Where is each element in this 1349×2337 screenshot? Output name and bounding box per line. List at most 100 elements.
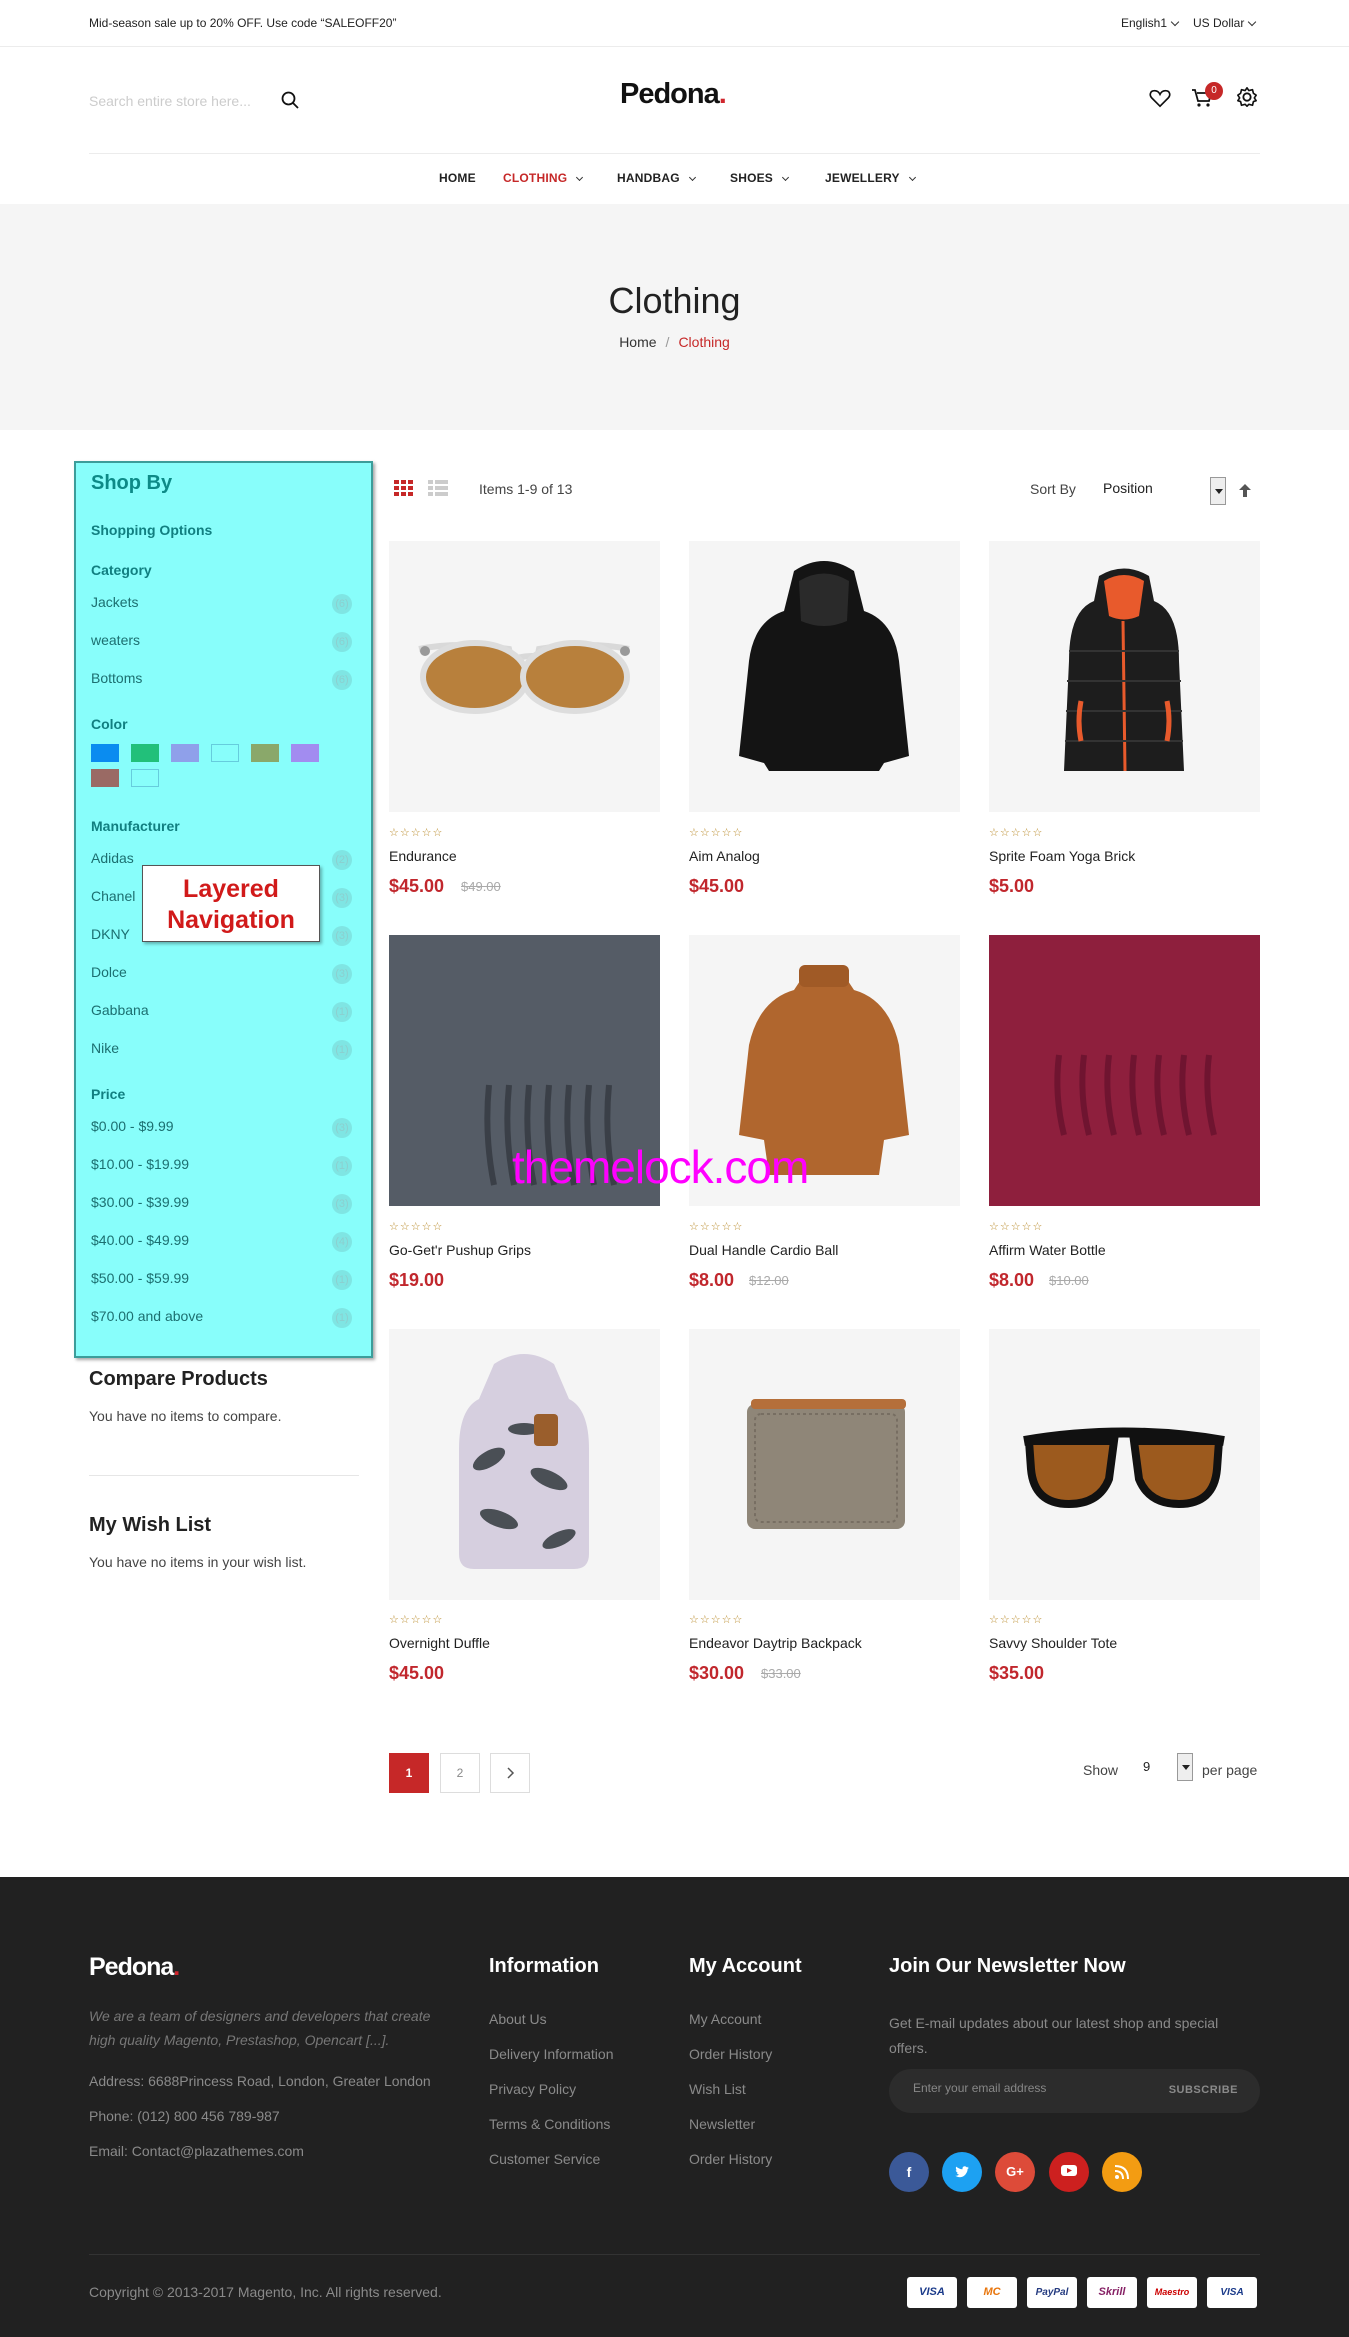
page-1[interactable]: 1 [389, 1753, 429, 1793]
youtube-icon[interactable] [1049, 2152, 1089, 2192]
color-swatch[interactable] [131, 744, 159, 762]
next-page-button[interactable] [490, 1753, 530, 1793]
product-old-price: $12.00 [749, 1273, 789, 1288]
gear-icon[interactable] [1236, 86, 1258, 108]
filter-category-bottoms[interactable]: Bottoms [91, 670, 142, 686]
site-logo[interactable]: Pedona. [620, 78, 727, 111]
filter-manufacturer-chanel[interactable]: Chanel [91, 888, 135, 904]
grid-view-icon[interactable] [394, 480, 414, 496]
filter-manufacturer-gabbana[interactable]: Gabbana [91, 1002, 149, 1018]
filter-price[interactable]: $40.00 - $49.99 [91, 1232, 189, 1248]
subscribe-button[interactable]: SUBSCRIBE [1169, 2084, 1238, 2096]
footer-address: Address: 6688Princess Road, London, Grea… [89, 2073, 431, 2089]
product-name[interactable]: Sprite Foam Yoga Brick [989, 848, 1135, 864]
filter-category-weaters[interactable]: weaters [91, 632, 140, 648]
color-swatch[interactable] [131, 769, 159, 787]
filter-price[interactable]: $70.00 and above [91, 1308, 203, 1324]
product-image[interactable] [689, 541, 960, 812]
product-name[interactable]: Overnight Duffle [389, 1635, 490, 1651]
nav-shoes-label: SHOES [730, 171, 774, 185]
footer-link[interactable]: Newsletter [689, 2116, 755, 2132]
product-name[interactable]: Endeavor Daytrip Backpack [689, 1635, 862, 1651]
sort-value: Position [1103, 480, 1153, 496]
footer-logo[interactable]: Pedona. [89, 1953, 180, 1982]
footer-link[interactable]: Order History [689, 2151, 772, 2167]
filter-price[interactable]: $30.00 - $39.99 [91, 1194, 189, 1210]
watermark: themelock.com [512, 1141, 809, 1193]
red-scarf-image [989, 935, 1260, 1206]
compare-text: You have no items to compare. [89, 1408, 282, 1424]
product-name[interactable]: Affirm Water Bottle [989, 1242, 1106, 1258]
footer-link[interactable]: About Us [489, 2011, 547, 2027]
filter-manufacturer-dolce[interactable]: Dolce [91, 964, 127, 980]
google-plus-icon[interactable]: G+ [995, 2152, 1035, 2192]
filter-manufacturer-nike[interactable]: Nike [91, 1040, 119, 1056]
filter-price[interactable]: $10.00 - $19.99 [91, 1156, 189, 1172]
product-name[interactable]: Savvy Shoulder Tote [989, 1635, 1117, 1651]
sort-direction-icon[interactable] [1239, 484, 1251, 497]
chevron-down-icon [1170, 17, 1180, 27]
twitter-icon[interactable] [942, 2152, 982, 2192]
product-image[interactable] [389, 541, 660, 812]
nav-handbag[interactable]: HANDBAG [617, 171, 696, 185]
facebook-icon[interactable]: f [889, 2152, 929, 2192]
sort-select[interactable]: Position [1100, 477, 1227, 505]
footer-link[interactable]: Terms & Conditions [489, 2116, 610, 2132]
product-image[interactable] [689, 1329, 960, 1600]
product-image[interactable] [989, 541, 1260, 812]
nav-jewellery[interactable]: JEWELLERY [825, 171, 916, 185]
color-swatch[interactable] [291, 744, 319, 762]
newsletter-email-input[interactable] [913, 2081, 1143, 2095]
language-select[interactable]: English1 [1121, 16, 1180, 30]
filter-manufacturer-adidas[interactable]: Adidas [91, 850, 134, 866]
product-name[interactable]: Dual Handle Cardio Ball [689, 1242, 838, 1258]
color-swatch[interactable] [91, 744, 119, 762]
filter-manufacturer-dkny[interactable]: DKNY [91, 926, 130, 942]
color-swatch[interactable] [91, 769, 119, 787]
footer-link[interactable]: Order History [689, 2046, 772, 2062]
product-image[interactable] [989, 1329, 1260, 1600]
product-name[interactable]: Endurance [389, 848, 457, 864]
color-swatch[interactable] [211, 744, 239, 762]
visa-electron-icon: VISA [1207, 2277, 1257, 2308]
cart-count-badge: 0 [1205, 82, 1223, 100]
color-swatch[interactable] [171, 744, 199, 762]
shop-by-title: Shop By [91, 472, 173, 494]
product-price: $45.00 [689, 876, 745, 896]
rss-icon[interactable] [1102, 2152, 1142, 2192]
filter-count: (4) [332, 1232, 352, 1252]
footer-link[interactable]: Wish List [689, 2081, 746, 2097]
footer-link[interactable]: Customer Service [489, 2151, 600, 2167]
footer-link[interactable]: Privacy Policy [489, 2081, 576, 2097]
list-view-icon[interactable] [428, 480, 448, 496]
sunglasses-image [418, 640, 630, 714]
product-name[interactable]: Aim Analog [689, 848, 760, 864]
breadcrumb-home[interactable]: Home [619, 334, 656, 350]
nav-clothing[interactable]: CLOTHING [503, 171, 584, 185]
filter-price[interactable]: $50.00 - $59.99 [91, 1270, 189, 1286]
product-old-price: $33.00 [761, 1666, 801, 1681]
search-input[interactable] [89, 90, 304, 112]
wallet-image [747, 1399, 906, 1529]
product-image[interactable] [989, 935, 1260, 1206]
filter-count: (1) [332, 1040, 352, 1060]
currency-select[interactable]: US Dollar [1193, 16, 1257, 30]
filter-price[interactable]: $0.00 - $9.99 [91, 1118, 174, 1134]
search-icon[interactable] [280, 90, 300, 110]
filter-category-jackets[interactable]: Jackets [91, 594, 138, 610]
nav-home[interactable]: HOME [439, 171, 476, 185]
top-bar: Mid-season sale up to 20% OFF. Use code … [0, 0, 1349, 47]
per-page-label: per page [1202, 1762, 1258, 1778]
page-2[interactable]: 2 [440, 1753, 480, 1793]
color-swatch[interactable] [251, 744, 279, 762]
footer-link[interactable]: Delivery Information [489, 2046, 614, 2062]
chevron-down-icon [688, 173, 696, 182]
per-page-select[interactable]: 9 [1133, 1753, 1193, 1783]
footer-link[interactable]: My Account [689, 2011, 761, 2027]
currency-label: US Dollar [1193, 16, 1245, 30]
product-image[interactable] [389, 1329, 660, 1600]
nav-shoes[interactable]: SHOES [730, 171, 790, 185]
product-name[interactable]: Go-Get'r Pushup Grips [389, 1242, 531, 1258]
heart-icon[interactable] [1149, 88, 1171, 108]
mastercard-icon: MC [967, 2277, 1017, 2308]
